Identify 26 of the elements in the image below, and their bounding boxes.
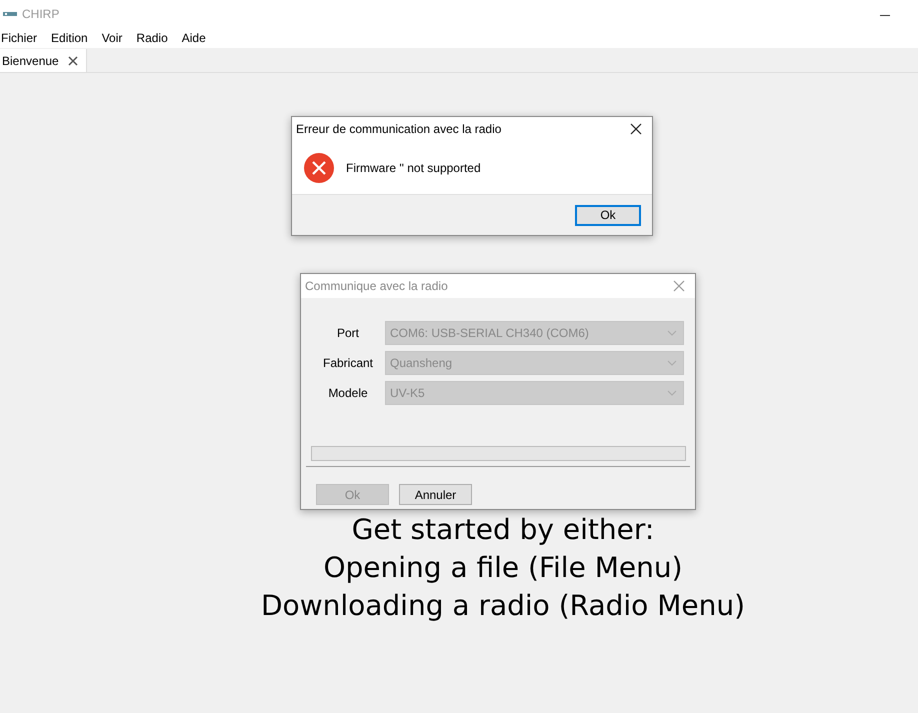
chevron-icon [667,390,677,396]
app-icon [3,10,17,18]
menu-item[interactable]: Edition [50,31,95,45]
field-label: Port [336,326,360,340]
close-icon[interactable] [630,123,642,135]
welcome-text: Downloading a radio (Radio Menu) [261,588,745,624]
tab[interactable]: Bienvenue [0,49,87,72]
menu-item[interactable]: Radio [135,31,175,45]
dialog-title: Communique avec la radio [305,279,448,293]
menu-item[interactable]: Aide [180,31,213,45]
close-icon[interactable] [68,56,78,66]
button[interactable]: Annuler [399,484,472,505]
chevron-icon [667,330,677,336]
menu-item[interactable]: Voir [100,31,130,45]
field-label: Fabricant [322,356,374,370]
welcome-text: Opening a file (File Menu) [323,550,683,586]
chevron-icon [667,360,677,366]
minimize-icon [880,14,890,16]
menu-item[interactable]: Fichier [0,31,44,45]
error-message: Firmware '' not supported [346,160,481,174]
welcome-text: Get started by either: [352,512,654,548]
button[interactable]: Ok [575,204,641,226]
field-label: Modele [327,386,369,400]
error-icon [304,152,334,182]
dialog-title: Erreur de communication avec la radio [296,122,502,136]
window-title: CHIRP [22,7,60,21]
